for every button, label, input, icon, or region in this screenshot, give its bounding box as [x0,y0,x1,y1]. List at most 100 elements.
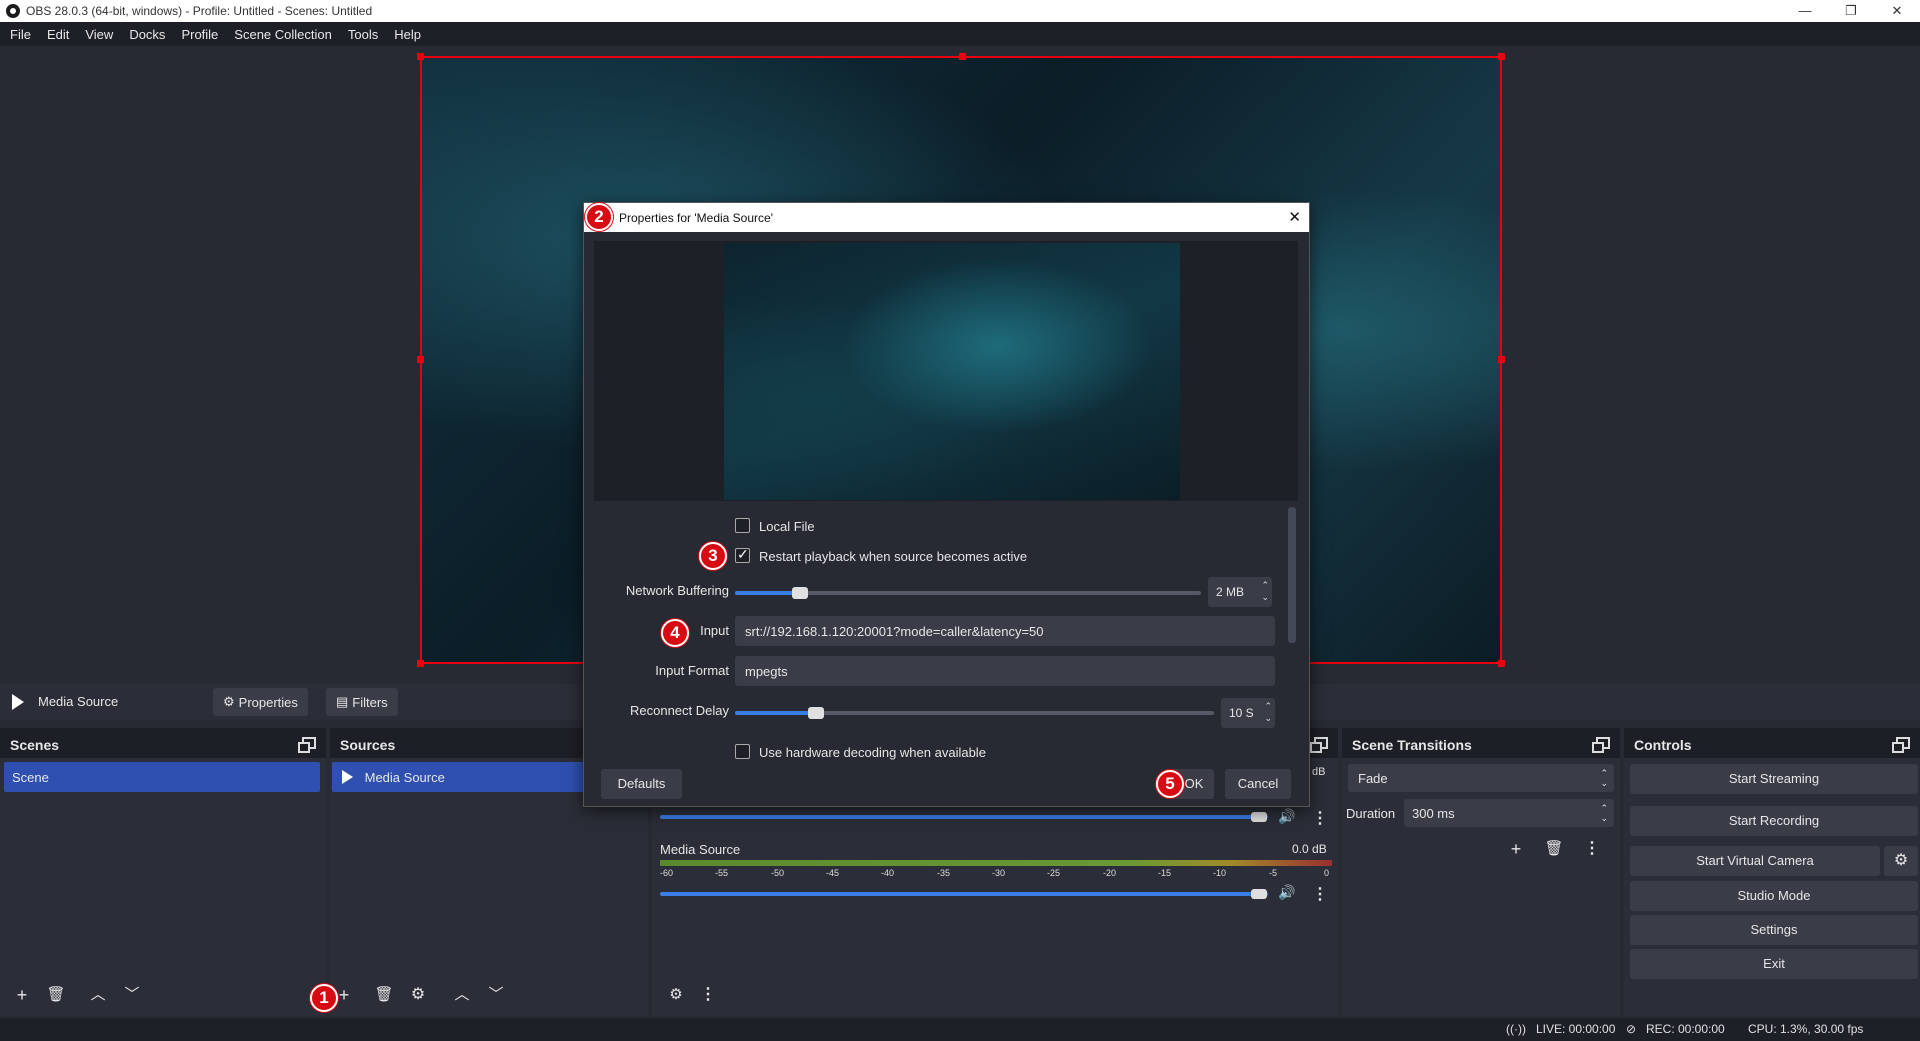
maximize-button[interactable]: ❐ [1828,0,1874,22]
reconnect-delay-thumb[interactable] [808,707,824,719]
resize-handle[interactable] [417,660,424,667]
dialog-source-preview [724,243,1180,500]
defaults-button[interactable]: Defaults [601,769,682,799]
meter-tick-label: -5 [1269,868,1278,878]
reconnect-delay-spinbox[interactable]: 10 S ⌃ ⌄ [1221,698,1275,728]
close-window-button[interactable]: ✕ [1874,0,1920,22]
properties-label: Properties [238,694,298,710]
mixer-channel-name: Media Source [660,842,741,857]
filters-button[interactable]: ▤ Filters [326,688,398,716]
start-streaming-button[interactable]: Start Streaming [1630,764,1918,794]
minimize-button[interactable]: — [1782,0,1828,22]
studio-mode-button[interactable]: Studio Mode [1630,881,1918,911]
step-badge-2: 2 [585,203,613,231]
more-options-icon[interactable]: ⋮ [1312,808,1328,828]
status-bar: ((·)) LIVE: 00:00:00 ⊘ REC: 00:00:00 CPU… [0,1018,1920,1041]
move-source-up-button[interactable]: ︿ [448,982,476,1008]
spin-arrows-icon: ⌃ ⌄ [1264,701,1272,723]
resize-handle[interactable] [959,53,966,60]
move-scene-down-button[interactable]: ﹀ [118,982,146,1008]
input-format-field[interactable]: mpegts [735,656,1275,686]
undock-icon[interactable] [1892,737,1910,753]
menu-edit[interactable]: Edit [39,27,77,42]
dialog-scrollbar[interactable] [1288,507,1296,643]
speaker-icon[interactable]: 🔊 [1278,884,1295,901]
restart-playback-label: Restart playback when source becomes act… [759,549,1028,564]
volume-slider[interactable] [660,892,1268,896]
source-properties-button[interactable]: ⚙ [404,982,432,1008]
resize-handle[interactable] [417,356,424,363]
transition-menu-icon[interactable]: ⋮ [1578,836,1606,862]
remove-source-button[interactable]: 🗑 [370,982,398,1008]
move-source-down-button[interactable]: ﹀ [482,982,510,1008]
local-file-label: Local File [759,519,815,534]
undock-icon[interactable] [298,737,316,753]
resize-handle[interactable] [1498,53,1505,60]
scenes-dock: Scenes Scene + 🗑 ︿ ﹀ [0,728,326,1016]
meter-tick-label: -55 [715,868,729,878]
menu-profile[interactable]: Profile [173,27,226,42]
hardware-decoding-checkbox[interactable] [735,744,750,759]
input-url-value: srt://192.168.1.120:20001?mode=caller&la… [745,624,1044,639]
speaker-icon[interactable]: 🔊 [1278,808,1295,825]
menu-help[interactable]: Help [386,27,429,42]
reconnect-delay-label: Reconnect Delay [630,703,729,718]
scene-transitions-title: Scene Transitions [1352,737,1472,753]
menu-scene-collection[interactable]: Scene Collection [226,27,340,42]
network-buffering-thumb[interactable] [792,587,808,599]
meter-tick-label: -45 [826,868,840,878]
remove-transition-button[interactable]: 🗑 [1540,836,1568,862]
undock-icon[interactable] [1592,737,1610,753]
add-transition-button[interactable]: + [1502,836,1530,862]
undock-icon[interactable] [1310,737,1328,753]
resize-handle[interactable] [1498,660,1505,667]
properties-button[interactable]: ⚙ Properties [213,688,308,716]
start-recording-button[interactable]: Start Recording [1630,806,1918,836]
network-buffering-slider[interactable] [735,587,1201,599]
add-scene-button[interactable]: + [8,982,36,1008]
volume-thumb[interactable] [1251,889,1267,899]
reconnect-delay-slider[interactable] [735,707,1214,719]
media-play-icon[interactable] [12,694,24,710]
menu-file[interactable]: File [2,27,39,42]
settings-button[interactable]: Settings [1630,915,1918,945]
obs-logo-icon [6,4,20,18]
mixer-menu-icon[interactable]: ⋮ [694,982,722,1008]
restart-playback-checkbox[interactable] [735,546,750,563]
remove-scene-button[interactable]: 🗑 [42,982,70,1008]
menu-tools[interactable]: Tools [340,27,386,42]
input-label: Input [700,623,729,638]
cancel-button[interactable]: Cancel [1225,769,1291,799]
top-volume-thumb[interactable] [1251,812,1267,822]
meter-tick-label: -20 [1103,868,1117,878]
exit-button[interactable]: Exit [1630,949,1918,979]
scene-item[interactable]: Scene [4,762,320,792]
filter-icon: ▤ [336,694,349,709]
source-item-label: Media Source [364,770,445,785]
meter-tick-label: -25 [1047,868,1061,878]
menu-docks[interactable]: Docks [121,27,173,42]
input-format-value: mpegts [745,664,788,679]
virtual-camera-settings-icon[interactable]: ⚙ [1884,846,1918,876]
mixer-channel-db: 0.0 dB [1292,842,1327,856]
move-scene-up-button[interactable]: ︿ [84,982,112,1008]
filters-label: Filters [352,694,388,710]
top-volume-slider[interactable] [660,815,1268,819]
scenes-title: Scenes [10,737,60,753]
more-options-icon[interactable]: ⋮ [1312,884,1328,904]
controls-title: Controls [1634,737,1692,753]
menu-view[interactable]: View [77,27,121,42]
spin-arrows-icon: ⌃ ⌄ [1261,580,1269,602]
dialog-close-button[interactable]: ✕ [1288,208,1301,226]
resize-handle[interactable] [417,53,424,60]
input-url-field[interactable]: srt://192.168.1.120:20001?mode=caller&la… [735,616,1275,646]
network-buffering-spinbox[interactable]: 2 MB ⌃ ⌄ [1208,577,1272,607]
local-file-checkbox[interactable] [735,518,750,533]
resize-handle[interactable] [1498,356,1505,363]
audio-level-meter [660,860,1332,866]
network-buffering-label: Network Buffering [625,583,729,598]
transition-select[interactable]: Fade ⌃ ⌄ [1348,764,1614,792]
advanced-audio-properties-icon[interactable]: ⚙ [662,982,690,1008]
start-virtual-camera-button[interactable]: Start Virtual Camera [1630,846,1880,876]
duration-spinbox[interactable]: 300 ms ⌃ ⌄ [1404,799,1614,827]
